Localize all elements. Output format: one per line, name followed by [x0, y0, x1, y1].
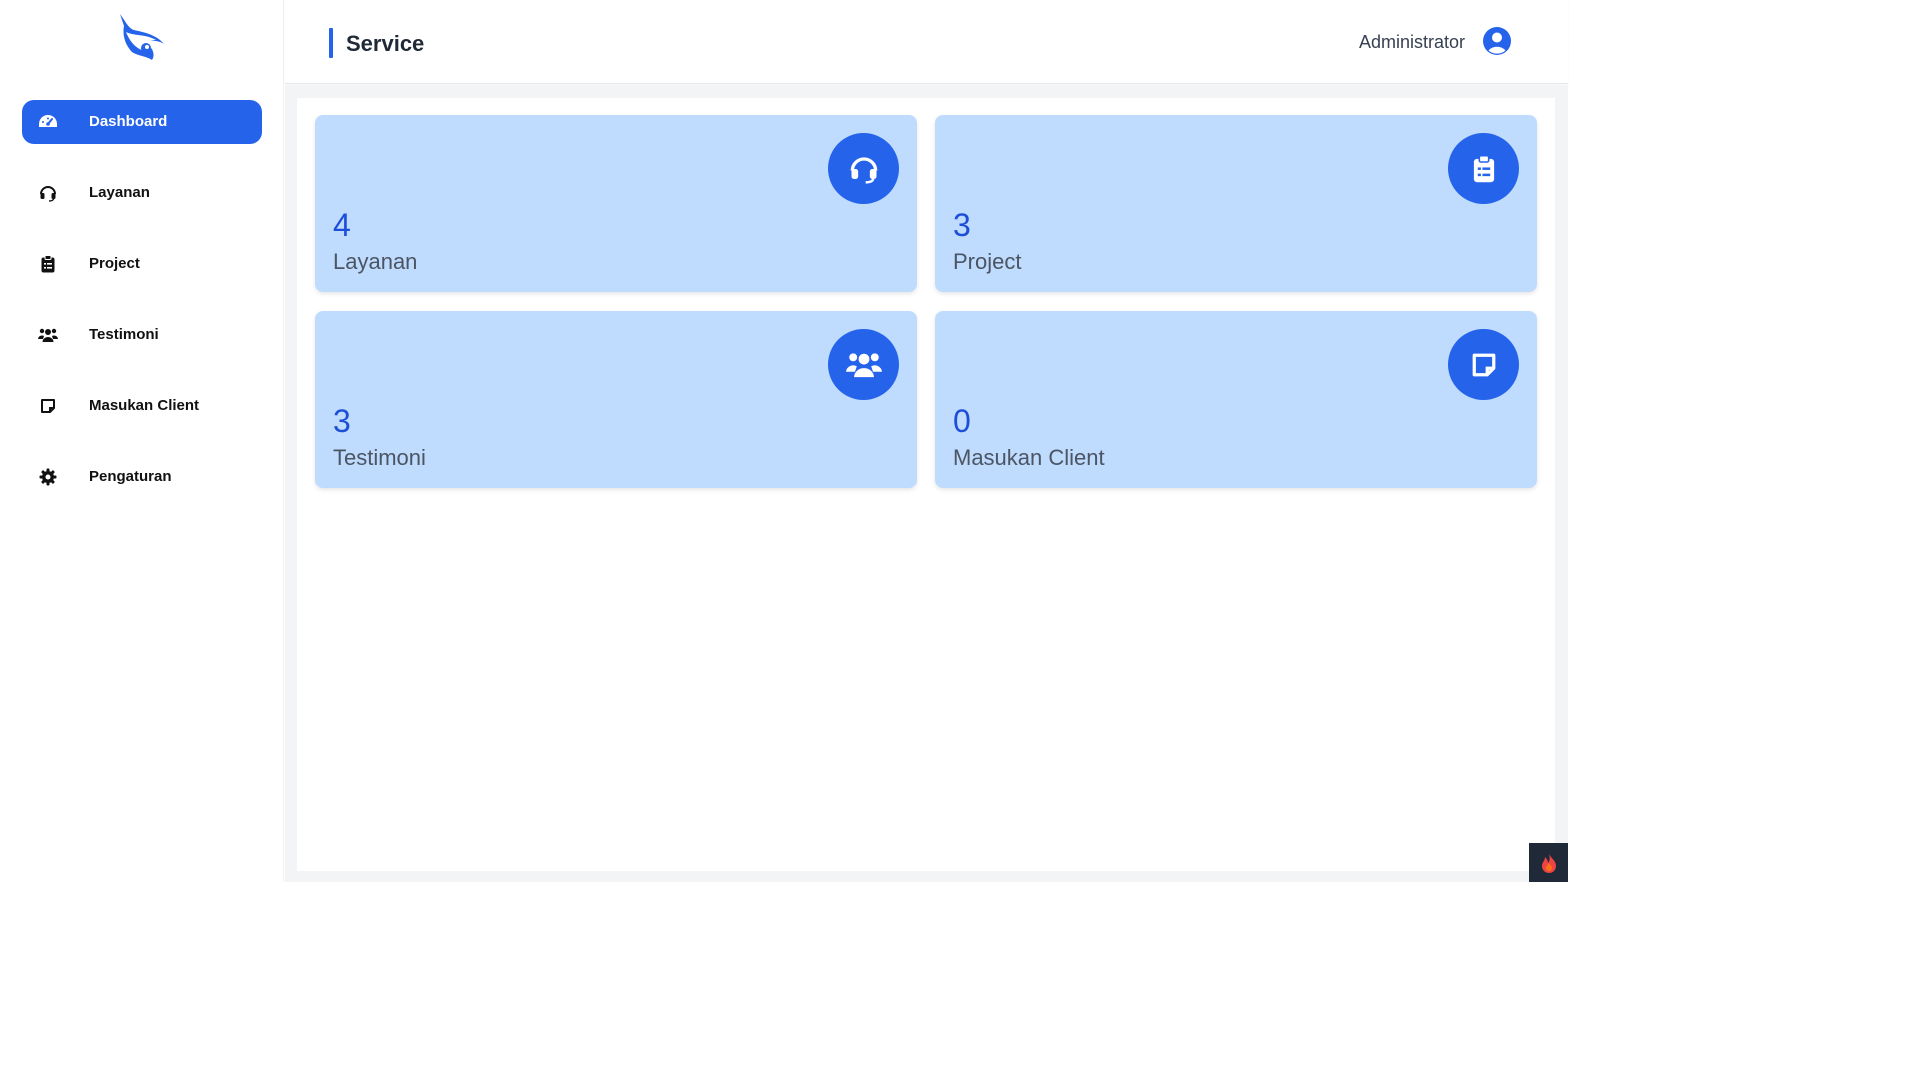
note-icon	[38, 396, 58, 416]
user-name[interactable]: Administrator	[1359, 32, 1465, 53]
stat-count: 0	[953, 403, 971, 439]
sidebar-item-masukan-client[interactable]: Masukan Client	[22, 384, 262, 428]
sidebar-item-label: Project	[89, 255, 140, 272]
sidebar-item-pengaturan[interactable]: Pengaturan	[22, 455, 262, 499]
user-circle-icon[interactable]	[1482, 26, 1512, 56]
gauge-icon	[38, 112, 58, 132]
headset-icon	[38, 183, 58, 203]
stat-card-masukan-client[interactable]: 0 Masukan Client	[935, 311, 1537, 488]
stat-count: 4	[333, 207, 351, 243]
eagle-eye-logo[interactable]	[112, 10, 168, 64]
sidebar-item-testimoni[interactable]: Testimoni	[22, 313, 262, 357]
app-root: Dashboard Layanan Project Testimoni Masu…	[0, 0, 1568, 882]
sidebar-item-label: Dashboard	[89, 113, 168, 130]
sidebar-item-project[interactable]: Project	[22, 242, 262, 286]
stat-count: 3	[333, 403, 351, 439]
sidebar-item-label: Layanan	[89, 184, 150, 201]
sidebar-nav: Dashboard Layanan Project Testimoni Masu…	[22, 100, 262, 526]
sidebar-item-layanan[interactable]: Layanan	[22, 171, 262, 215]
page-title: Service	[346, 31, 425, 56]
stat-label: Testimoni	[333, 445, 426, 470]
top-header: Service Administrator	[285, 0, 1568, 84]
title-accent-bar	[329, 28, 333, 58]
users-icon	[828, 329, 899, 400]
stat-count: 3	[953, 207, 971, 243]
stat-label: Masukan Client	[953, 445, 1105, 470]
gear-icon	[38, 467, 58, 487]
users-icon	[38, 325, 58, 345]
stat-label: Layanan	[333, 249, 418, 274]
debug-toolbar-toggle[interactable]	[1529, 843, 1568, 882]
clipboard-list-icon	[1448, 133, 1519, 204]
stat-label: Project	[953, 249, 1022, 274]
sidebar-item-label: Masukan Client	[89, 397, 200, 414]
sidebar-item-label: Pengaturan	[89, 468, 172, 485]
headset-icon	[828, 133, 899, 204]
stat-card-layanan[interactable]: 4 Layanan	[315, 115, 917, 292]
sidebar-item-dashboard[interactable]: Dashboard	[22, 100, 262, 144]
note-icon	[1448, 329, 1519, 400]
sidebar-item-label: Testimoni	[89, 326, 159, 343]
stat-card-project[interactable]: 3 Project	[935, 115, 1537, 292]
sidebar: Dashboard Layanan Project Testimoni Masu…	[0, 0, 284, 882]
stat-card-testimoni[interactable]: 3 Testimoni	[315, 311, 917, 488]
clipboard-list-icon	[38, 254, 58, 274]
flame-icon	[1541, 852, 1556, 873]
